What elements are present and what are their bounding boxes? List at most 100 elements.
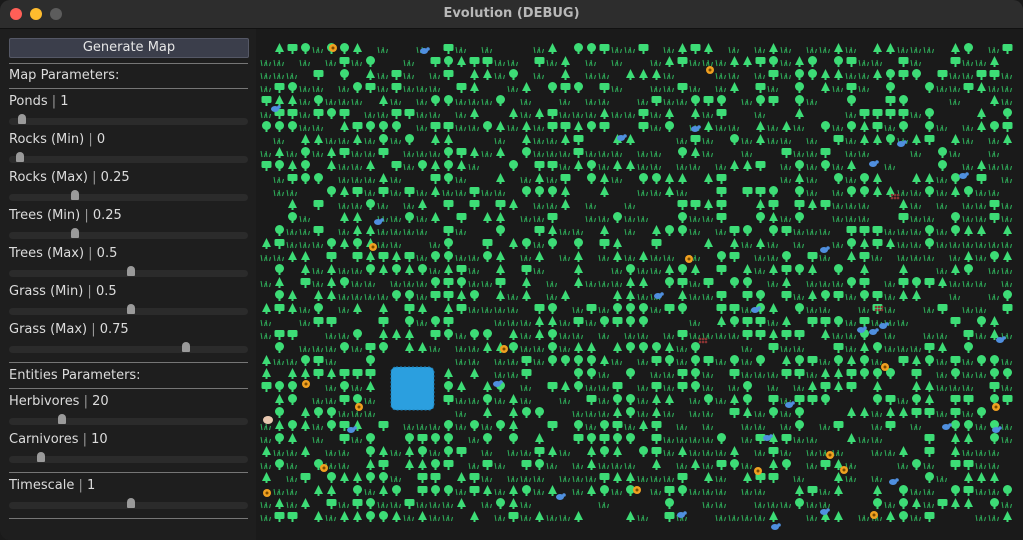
tree-icon	[639, 420, 648, 431]
generate-map-button[interactable]: Generate Map	[9, 38, 249, 58]
grass-icon	[299, 241, 310, 249]
carnivore-icon[interactable]	[840, 466, 848, 474]
carnivore-icon[interactable]	[329, 44, 337, 52]
herbivore-icon[interactable]	[771, 523, 781, 530]
grass-icon	[598, 163, 609, 171]
grass-icon	[338, 449, 349, 457]
carnivore-icon[interactable]	[320, 464, 328, 472]
carnivores-slider[interactable]	[9, 452, 248, 463]
herbivore-icon[interactable]	[820, 246, 830, 253]
grass-max-slider[interactable]	[9, 342, 248, 353]
grass-min-slider[interactable]	[9, 304, 248, 315]
carnivore-icon[interactable]	[302, 380, 310, 388]
herbivore-icon[interactable]	[691, 125, 701, 132]
carnivore-icon[interactable]	[826, 451, 834, 459]
ponds-slider[interactable]	[9, 114, 248, 125]
grass-icon	[767, 254, 778, 262]
tree-icon	[457, 381, 466, 392]
grass-icon	[702, 449, 713, 457]
rocks-max-slider[interactable]	[9, 190, 248, 201]
carnivore-icon[interactable]	[263, 489, 271, 497]
carnivore-icon[interactable]	[633, 486, 641, 494]
grass-icon	[845, 150, 856, 158]
world-map[interactable]	[256, 29, 1023, 540]
tree-icon	[353, 238, 362, 249]
param-value: 0	[96, 132, 106, 147]
slider-thumb[interactable]	[71, 190, 80, 200]
carnivore-icon[interactable]	[870, 511, 878, 519]
carnivore-icon[interactable]	[754, 467, 762, 475]
tree-icon	[613, 238, 622, 249]
tree-icon	[444, 251, 453, 262]
grass-icon	[273, 176, 284, 184]
slider-thumb[interactable]	[18, 114, 27, 124]
grass-icon	[871, 358, 882, 366]
herbivore-icon[interactable]	[556, 493, 566, 500]
carnivore-icon[interactable]	[992, 403, 1000, 411]
tree-icon	[535, 186, 544, 197]
tree-icon	[366, 381, 375, 392]
herbivore-icon[interactable]	[879, 322, 889, 329]
carnivore-icon[interactable]	[685, 255, 693, 263]
tree-icon	[327, 407, 336, 418]
grass-icon	[702, 462, 713, 470]
tree-icon	[261, 382, 272, 392]
herbivore-icon[interactable]	[942, 423, 952, 430]
carnivore-icon[interactable]	[706, 66, 714, 74]
herbivore-icon[interactable]	[869, 160, 879, 167]
herbivore-icon[interactable]	[677, 511, 687, 518]
tree-icon	[353, 485, 362, 496]
tree-icon	[730, 56, 739, 67]
tree-icon	[912, 394, 921, 405]
carnivore-icon[interactable]	[500, 345, 508, 353]
herbivore-icon[interactable]	[869, 328, 879, 335]
tree-icon	[691, 459, 700, 470]
herbivore-icon[interactable]	[654, 292, 664, 299]
tree-icon	[535, 108, 544, 119]
slider-thumb[interactable]	[126, 498, 135, 508]
slider-thumb[interactable]	[126, 304, 135, 314]
slider-thumb[interactable]	[15, 152, 24, 162]
trees-max-slider[interactable]	[9, 266, 248, 277]
herbivores-slider[interactable]	[9, 414, 248, 425]
grass-icon	[598, 462, 609, 470]
grass-icon	[910, 254, 921, 262]
timescale-slider[interactable]	[9, 498, 248, 509]
trees-min-slider[interactable]	[9, 228, 248, 239]
tree-icon	[535, 433, 544, 444]
grass-icon	[364, 280, 375, 288]
tree-icon	[951, 173, 960, 184]
tree-icon	[600, 316, 609, 327]
herbivore-icon[interactable]	[751, 306, 761, 313]
tree-icon	[301, 173, 310, 184]
tree-icon	[768, 473, 779, 483]
herbivore-icon[interactable]	[617, 134, 627, 141]
slider-thumb[interactable]	[36, 452, 45, 462]
map-canvas[interactable]	[256, 29, 1023, 540]
grass-icon	[520, 319, 531, 327]
carnivore-icon[interactable]	[355, 403, 363, 411]
tree-icon	[795, 498, 804, 509]
herbivore-icon[interactable]	[820, 508, 830, 515]
carnivore-icon[interactable]	[881, 363, 889, 371]
tree-icon	[586, 395, 597, 405]
tree-icon	[899, 485, 908, 496]
grass-icon	[650, 124, 661, 132]
slider-thumb[interactable]	[126, 266, 135, 276]
tree-icon	[821, 82, 830, 93]
grass-icon	[728, 46, 739, 54]
herbivore-icon[interactable]	[420, 47, 430, 54]
slider-thumb[interactable]	[182, 342, 191, 352]
herbivore-icon[interactable]	[374, 218, 384, 225]
tree-icon	[574, 160, 583, 171]
slider-thumb[interactable]	[57, 414, 66, 424]
herbivore-icon[interactable]	[889, 478, 899, 485]
rocks-min-slider[interactable]	[9, 152, 248, 163]
grass-icon	[741, 98, 752, 106]
tree-icon	[340, 381, 349, 392]
rocks-max-label: Rocks (Max) | 0.25	[9, 170, 130, 185]
tree-icon	[743, 225, 752, 236]
slider-thumb[interactable]	[71, 228, 80, 238]
carnivore-icon[interactable]	[369, 243, 377, 251]
herbivore-icon[interactable]	[959, 172, 969, 179]
